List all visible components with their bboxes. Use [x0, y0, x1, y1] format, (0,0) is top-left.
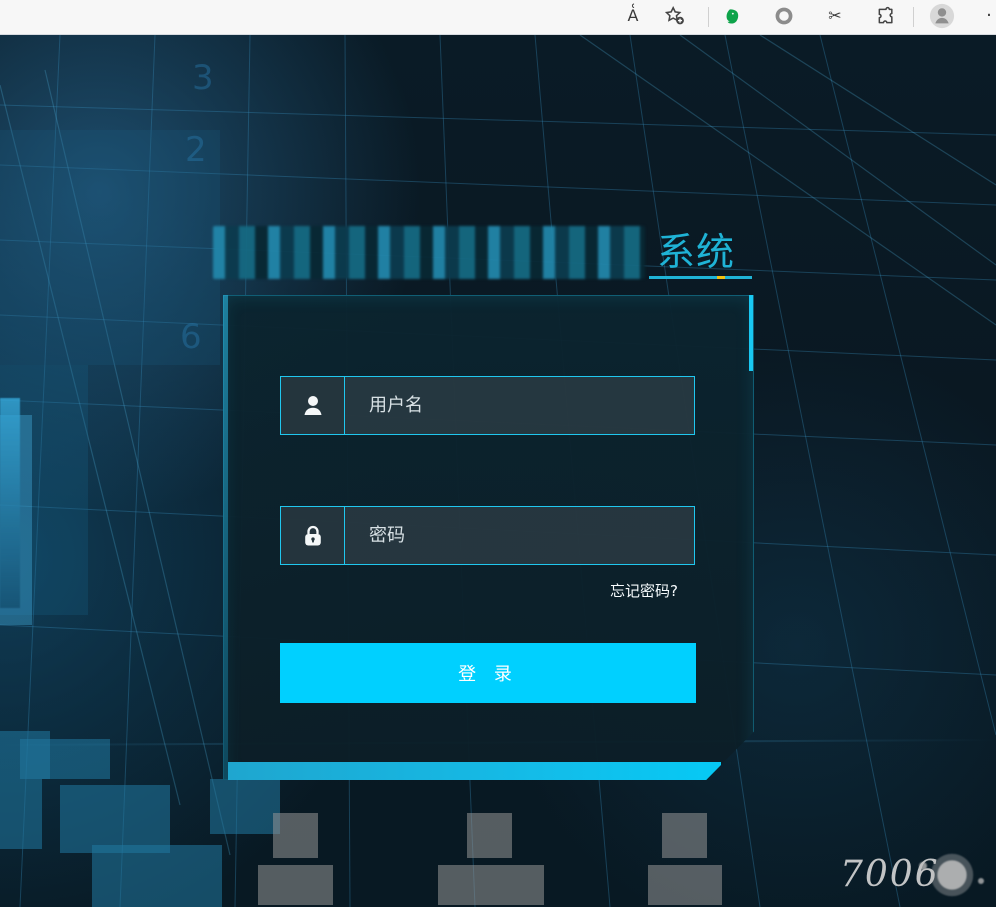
page-title-suffix: 系统 — [657, 230, 736, 274]
title-accent — [717, 276, 725, 279]
puzzle-icon[interactable] — [873, 3, 899, 29]
toolbar-separator — [708, 7, 709, 27]
clipboard-cut-icon[interactable]: ✂ — [822, 3, 848, 29]
evernote-icon[interactable] — [721, 3, 747, 29]
more-menu-icon[interactable]: · — [984, 3, 994, 29]
password-input[interactable] — [345, 507, 694, 564]
user-icon — [304, 395, 321, 415]
password-field — [280, 506, 695, 565]
extension-circle-svg — [775, 7, 793, 25]
ink-splat-icon — [919, 852, 984, 898]
extension-circle-icon[interactable] — [771, 3, 797, 29]
svg-text:6: 6 — [180, 317, 202, 357]
title-underline — [649, 276, 752, 279]
page-title-area: 系统 — [213, 226, 755, 280]
add-favorite-svg — [664, 5, 684, 25]
puzzle-svg — [878, 6, 893, 24]
lock-icon — [304, 525, 321, 545]
card-right-accent — [749, 295, 753, 371]
browser-toolbar: A͑ ✂ · — [0, 0, 996, 35]
profile-icon[interactable] — [929, 3, 955, 29]
add-favorite-icon[interactable] — [662, 3, 688, 29]
read-aloud-icon[interactable]: A͑ — [620, 3, 646, 29]
toolbar-separator — [913, 7, 914, 27]
user-icon-box — [281, 377, 345, 434]
evernote-svg — [726, 9, 739, 24]
login-button[interactable]: 登 录 — [280, 643, 696, 703]
lock-icon-box — [281, 507, 345, 564]
profile-svg — [929, 3, 955, 29]
title-blurred-text — [213, 226, 645, 279]
background-building — [0, 398, 20, 608]
username-input[interactable] — [345, 377, 694, 434]
svg-text:2: 2 — [185, 130, 207, 170]
card-bottom-bar — [228, 762, 721, 780]
card-left-edge — [223, 295, 228, 780]
login-card: 忘记密码? 登 录 — [223, 295, 754, 780]
svg-text:3: 3 — [192, 58, 214, 98]
site-watermark-logo: 7006 — [840, 848, 996, 902]
forgot-password-link[interactable]: 忘记密码? — [610, 581, 678, 601]
username-field — [280, 376, 695, 435]
